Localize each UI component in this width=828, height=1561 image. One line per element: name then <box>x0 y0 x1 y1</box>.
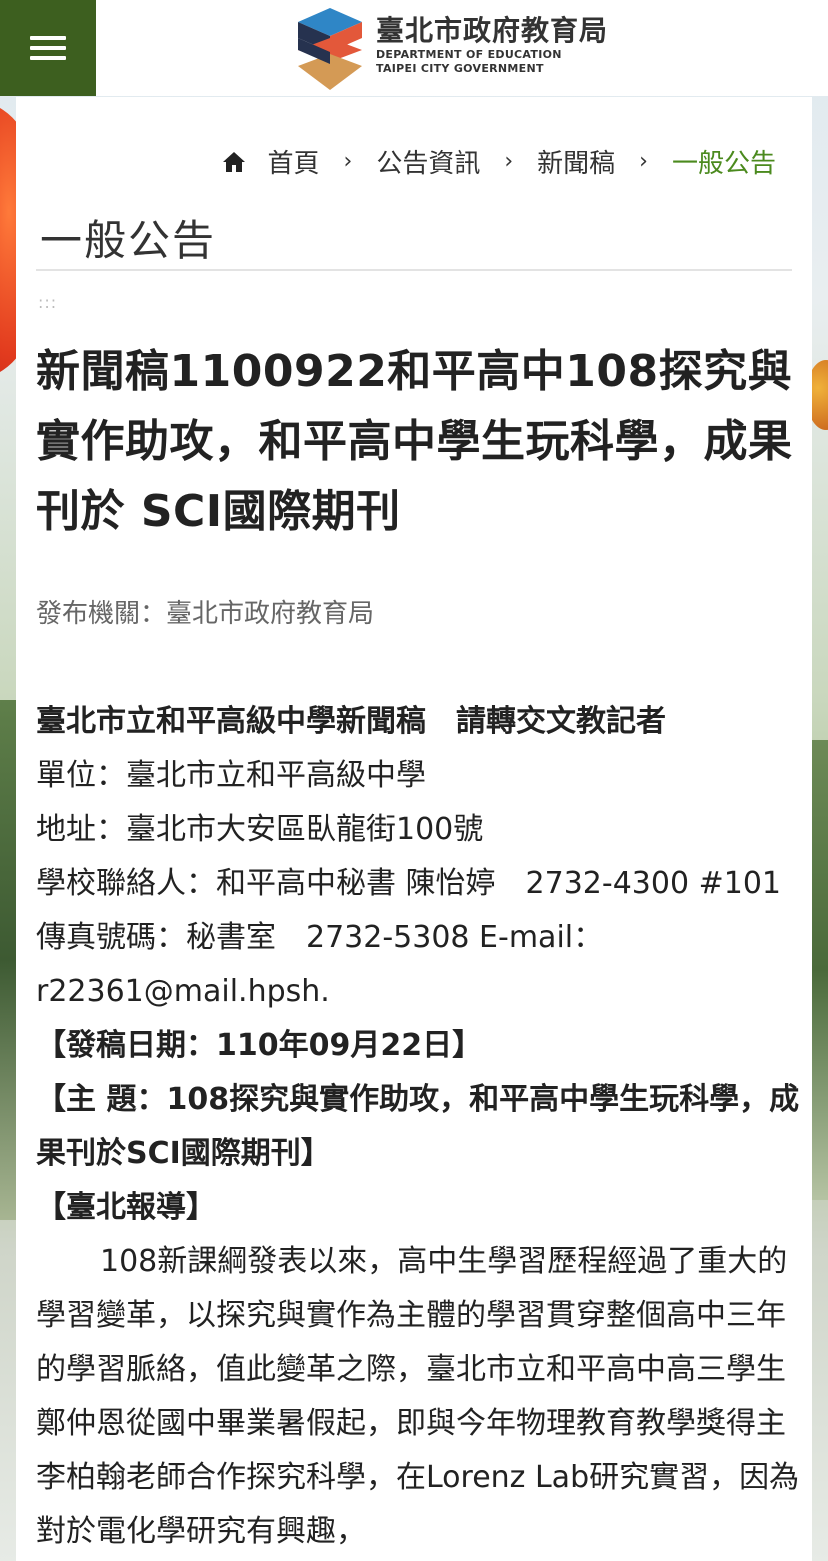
background-landscape-right <box>810 740 828 1200</box>
breadcrumb-announcements-link[interactable]: 公告資訊 <box>376 143 480 180</box>
press-release-header: 臺北市立和平高級中學新聞稿 請轉交文教記者 <box>36 704 666 739</box>
article-paragraph: 108新課綱發表以來，高中生學習歷程經過了重大的學習變革，以探究與實作為主體的學… <box>36 1244 800 1549</box>
breadcrumb-press-release-link[interactable]: 新聞稿 <box>537 143 615 180</box>
release-date: 【發稿日期：110年09月22日】 <box>36 1028 483 1063</box>
article-body: 臺北市立和平高級中學新聞稿 請轉交文教記者 單位：臺北市立和平高級中學 地址：臺… <box>36 695 806 1559</box>
hamburger-menu-icon <box>30 36 66 40</box>
breadcrumb-separator: › <box>343 149 353 174</box>
article-title: 新聞稿1100922和平高中108探究與實作助攻，和平高中學生玩科學，成果刊於 … <box>36 346 793 537</box>
contact-address: 地址：臺北市大安區臥龍街100號 <box>36 812 484 847</box>
article-publisher: 發布機關：臺北市政府教育局 <box>36 599 375 629</box>
breadcrumb: 首頁 › 公告資訊 › 新聞稿 › 一般公告 <box>222 143 776 180</box>
logo-english-line-2: TAIPEI CITY GOVERNMENT <box>376 62 544 75</box>
site-header: 臺北市政府教育局 DEPARTMENT OF EDUCATION TAIPEI … <box>0 0 828 96</box>
breadcrumb-separator: › <box>504 149 514 174</box>
department-logo-icon <box>298 8 362 90</box>
logo-chinese-name: 臺北市政府教育局 <box>376 14 609 47</box>
contact-unit: 單位：臺北市立和平高級中學 <box>36 758 426 793</box>
contact-person: 學校聯絡人：和平高中秘書 陳怡婷 2732-4300 #101 <box>36 866 781 901</box>
site-logo[interactable]: 臺北市政府教育局 DEPARTMENT OF EDUCATION TAIPEI … <box>290 4 630 92</box>
contact-fax: 傳真號碼：秘書室 2732-5308 E-mail： <box>36 920 604 955</box>
contact-email: r22361@mail.hpsh. <box>36 974 330 1009</box>
menu-button[interactable] <box>0 0 96 96</box>
logo-english-line-1: DEPARTMENT OF EDUCATION <box>376 48 562 61</box>
breadcrumb-current[interactable]: 一般公告 <box>672 143 776 180</box>
home-icon[interactable] <box>222 151 246 173</box>
content-card: 首頁 › 公告資訊 › 新聞稿 › 一般公告 一般公告 ::: 新聞稿11009… <box>16 97 812 1561</box>
breadcrumb-separator: › <box>639 149 648 174</box>
accesskey-marker[interactable]: ::: <box>38 293 57 312</box>
breadcrumb-home-link[interactable]: 首頁 <box>268 143 320 180</box>
report-label: 【臺北報導】 <box>36 1190 216 1225</box>
title-divider <box>36 269 792 271</box>
release-subject: 【主 題：108探究與實作助攻，和平高中學生玩科學，成果刊於SCI國際期刊】 <box>36 1082 800 1171</box>
page-title: 一般公告 <box>40 216 217 265</box>
